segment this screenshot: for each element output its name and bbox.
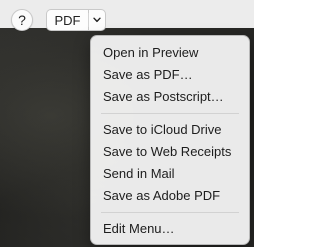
pdf-button-label: PDF xyxy=(54,12,81,28)
menu-item-save-as-pdf[interactable]: Save as PDF… xyxy=(91,64,249,86)
menu-separator xyxy=(101,212,239,213)
pdf-button[interactable]: PDF xyxy=(46,9,88,31)
pdf-dropdown-button[interactable] xyxy=(88,9,106,31)
menu-separator xyxy=(101,113,239,114)
menu-item-save-to-icloud-drive[interactable]: Save to iCloud Drive xyxy=(91,119,249,141)
menu-item-send-in-mail[interactable]: Send in Mail xyxy=(91,163,249,185)
chevron-down-icon xyxy=(93,17,101,23)
menu-item-open-in-preview[interactable]: Open in Preview xyxy=(91,42,249,64)
menu-item-save-as-postscript[interactable]: Save as Postscript… xyxy=(91,86,249,108)
menu-item-save-as-adobe-pdf[interactable]: Save as Adobe PDF xyxy=(91,185,249,207)
menu-item-save-to-web-receipts[interactable]: Save to Web Receipts xyxy=(91,141,249,163)
help-button[interactable]: ? xyxy=(11,9,33,31)
print-dialog-area: ? PDF Open in Preview Save as PDF… Save … xyxy=(0,0,254,247)
help-button-label: ? xyxy=(18,12,26,28)
print-toolbar xyxy=(0,0,254,28)
pdf-menu: Open in Preview Save as PDF… Save as Pos… xyxy=(90,35,250,245)
menu-item-edit-menu[interactable]: Edit Menu… xyxy=(91,218,249,240)
